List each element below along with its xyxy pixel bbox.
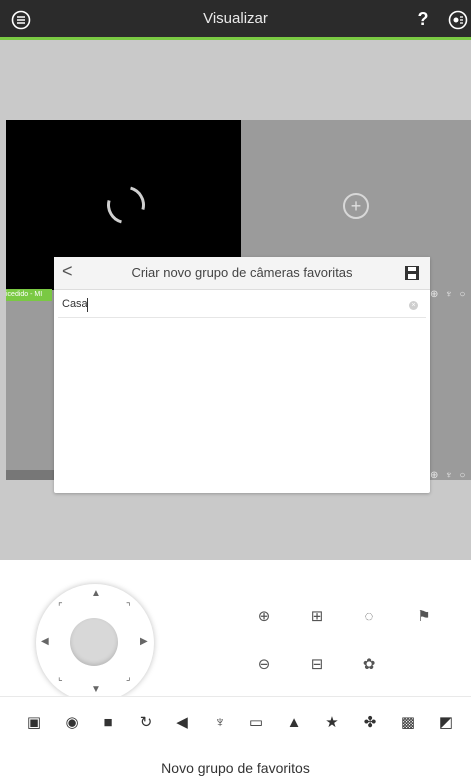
help-icon: ?	[417, 8, 429, 29]
joystick-knob[interactable]	[70, 618, 118, 666]
back-button[interactable]: <	[62, 261, 73, 282]
favorite-icon[interactable]: ★	[322, 713, 342, 733]
arrow-up-icon[interactable]: ▲	[91, 588, 101, 599]
cell-2-controls[interactable]: ⊕ ♆ ○	[430, 289, 467, 300]
add-camera-icon[interactable]: +	[343, 193, 369, 219]
save-button[interactable]	[404, 265, 420, 281]
flag-button[interactable]: ⚑	[412, 605, 436, 629]
arrow-up-right-icon[interactable]: ⌝	[126, 602, 131, 613]
zoom-in-button[interactable]: ⊕	[252, 605, 276, 629]
group-name-value: Casa	[62, 298, 88, 310]
device-list-button[interactable]	[447, 9, 469, 31]
bottom-toolbar: ▣ ◉ ■ ↻ ◀ ♆ ▭ ▲ ★ ✤ ▩ ◩	[0, 696, 471, 749]
dialog-header: < Criar novo grupo de câmeras favoritas	[54, 257, 430, 290]
arrow-down-right-icon[interactable]: ⌟	[126, 672, 131, 683]
display-icon[interactable]: ▭	[246, 713, 266, 733]
device-list-icon	[448, 10, 468, 30]
arrow-right-icon[interactable]: ▶	[140, 636, 148, 647]
text-caret	[87, 298, 88, 312]
arrow-down-left-icon[interactable]: ⌞	[58, 672, 63, 683]
dialog-title: Criar novo grupo de câmeras favoritas	[131, 265, 353, 280]
ptz-joystick[interactable]: ▲ ▼ ◀ ▶ ⌜ ⌝ ⌞ ⌟	[36, 584, 154, 702]
save-icon	[405, 266, 419, 280]
playback-icon[interactable]: ↻	[136, 713, 156, 733]
close-all-icon[interactable]: ▩	[398, 713, 418, 733]
fan-icon[interactable]: ✤	[360, 713, 380, 733]
snapshot-icon[interactable]: ◉	[62, 713, 82, 733]
group-name-input[interactable]: Casa ×	[58, 295, 426, 318]
arrow-down-icon[interactable]: ▼	[91, 684, 101, 695]
alarm-icon[interactable]: ▲	[284, 713, 304, 733]
remove-device-icon[interactable]: ▣	[24, 713, 44, 733]
loading-icon	[100, 179, 152, 231]
microphone-icon[interactable]: ♆	[210, 713, 230, 733]
cell-3-bar	[6, 470, 54, 480]
arrow-up-left-icon[interactable]: ⌜	[58, 602, 63, 613]
fullscreen-icon[interactable]: ◩	[436, 713, 456, 733]
iris-open-button[interactable]: ◌	[357, 605, 381, 629]
top-bar: Visualizar ?	[0, 0, 471, 40]
iris-close-button[interactable]: ✿	[357, 653, 381, 677]
arrow-left-icon[interactable]: ◀	[41, 636, 49, 647]
clear-input-icon[interactable]: ×	[409, 301, 418, 310]
mute-icon[interactable]: ◀	[172, 713, 192, 733]
zoom-out-button[interactable]: ⊖	[252, 653, 276, 677]
record-icon[interactable]: ■	[98, 713, 118, 733]
focus-near-button[interactable]: ⊞	[305, 605, 329, 629]
status-strip: icedido - MI	[6, 289, 52, 301]
caption: Novo grupo de favoritos	[161, 760, 310, 776]
focus-far-button[interactable]: ⊟	[305, 653, 329, 677]
cell-4-controls[interactable]: ⊕ ♆ ○	[430, 470, 467, 481]
new-favorite-group-dialog: < Criar novo grupo de câmeras favoritas …	[54, 257, 430, 493]
help-button[interactable]: ?	[414, 8, 432, 30]
page-title: Visualizar	[203, 10, 268, 27]
